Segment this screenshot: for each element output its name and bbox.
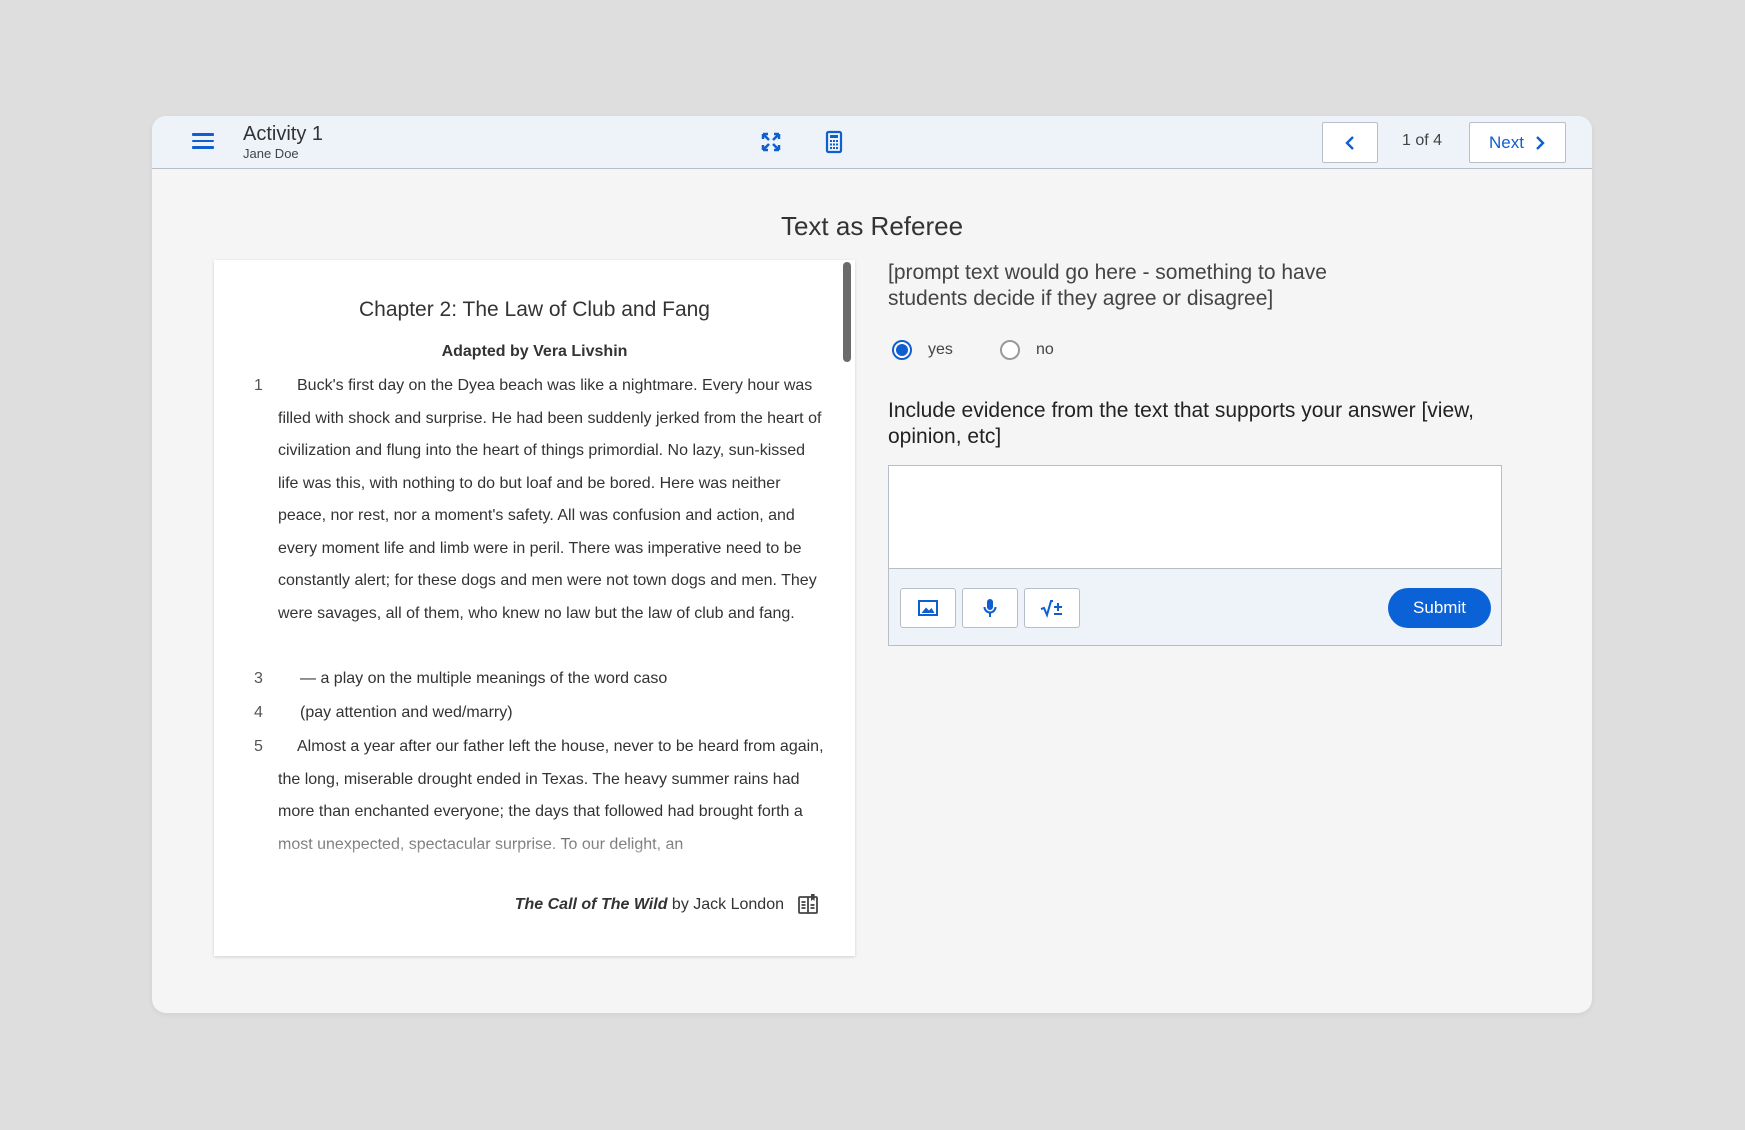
math-equation-button[interactable] <box>1024 588 1080 628</box>
adapted-by: Adapted by Vera Livshin <box>441 343 628 360</box>
fullscreen-icon[interactable] <box>758 129 784 155</box>
title-block: Activity 1 Jane Doe <box>243 122 323 162</box>
next-label: Next <box>1489 132 1524 152</box>
passage-paragraph: Buck's first day on the Dyea beach was l… <box>278 377 822 622</box>
radio-option-yes[interactable]: yes <box>892 340 953 360</box>
passage-paragraph: (pay attention and wed/marry) <box>300 704 513 721</box>
chevron-left-icon <box>1345 135 1354 150</box>
chapter-title: Chapter 2: The Law of Club and Fang <box>358 298 710 321</box>
submit-button[interactable]: Submit <box>1388 588 1491 628</box>
top-toolbar: Activity 1 Jane Doe 1 of 4 Next <box>152 116 1592 169</box>
radio-option-no[interactable]: no <box>1000 340 1054 360</box>
square-root-plus-minus-icon <box>1040 600 1062 618</box>
page-indicator: 1 of 4 <box>1402 132 1443 149</box>
app-window: Activity 1 Jane Doe 1 of 4 Next Text as … <box>152 116 1592 1013</box>
radio-label: yes <box>928 341 953 358</box>
radio-button[interactable] <box>892 340 912 360</box>
evidence-label: Include evidence from the text that supp… <box>888 399 1474 448</box>
line-number: 4 <box>254 704 263 721</box>
next-button[interactable]: Next <box>1469 122 1566 163</box>
chevron-right-icon <box>1536 135 1545 150</box>
student-name: Jane Doe <box>243 146 299 161</box>
radio-button[interactable] <box>1000 340 1020 360</box>
record-audio-button[interactable] <box>962 588 1018 628</box>
activity-title-header: Activity 1 <box>243 123 324 145</box>
reading-passage-pane[interactable]: Chapter 2: The Law of Club and Fang Adap… <box>214 260 855 956</box>
answer-input[interactable] <box>889 466 1501 569</box>
radio-label: no <box>1036 341 1054 358</box>
citation-author: by Jack London <box>667 896 784 913</box>
image-icon <box>918 600 938 616</box>
line-number: 3 <box>254 670 263 687</box>
question-prompt: [prompt text would go here - something t… <box>888 261 1327 310</box>
source-citation: The Call of The Wild by Jack London <box>515 896 784 914</box>
insert-image-button[interactable] <box>900 588 956 628</box>
line-number: 1 <box>254 377 263 394</box>
calculator-icon[interactable] <box>821 129 847 155</box>
microphone-icon <box>983 599 997 617</box>
book-icon[interactable] <box>796 893 820 917</box>
text-fade-overlay <box>214 820 855 865</box>
previous-button[interactable] <box>1322 122 1378 163</box>
passage-paragraph: — a play on the multiple meanings of the… <box>300 670 668 687</box>
citation-title: The Call of The Wild <box>514 896 668 913</box>
answer-editor: Submit <box>888 465 1502 646</box>
passage-scrollbar[interactable] <box>843 262 851 362</box>
activity-heading: Text as Referee <box>780 211 964 241</box>
line-number: 5 <box>254 738 263 755</box>
hamburger-menu-icon[interactable] <box>192 133 214 151</box>
